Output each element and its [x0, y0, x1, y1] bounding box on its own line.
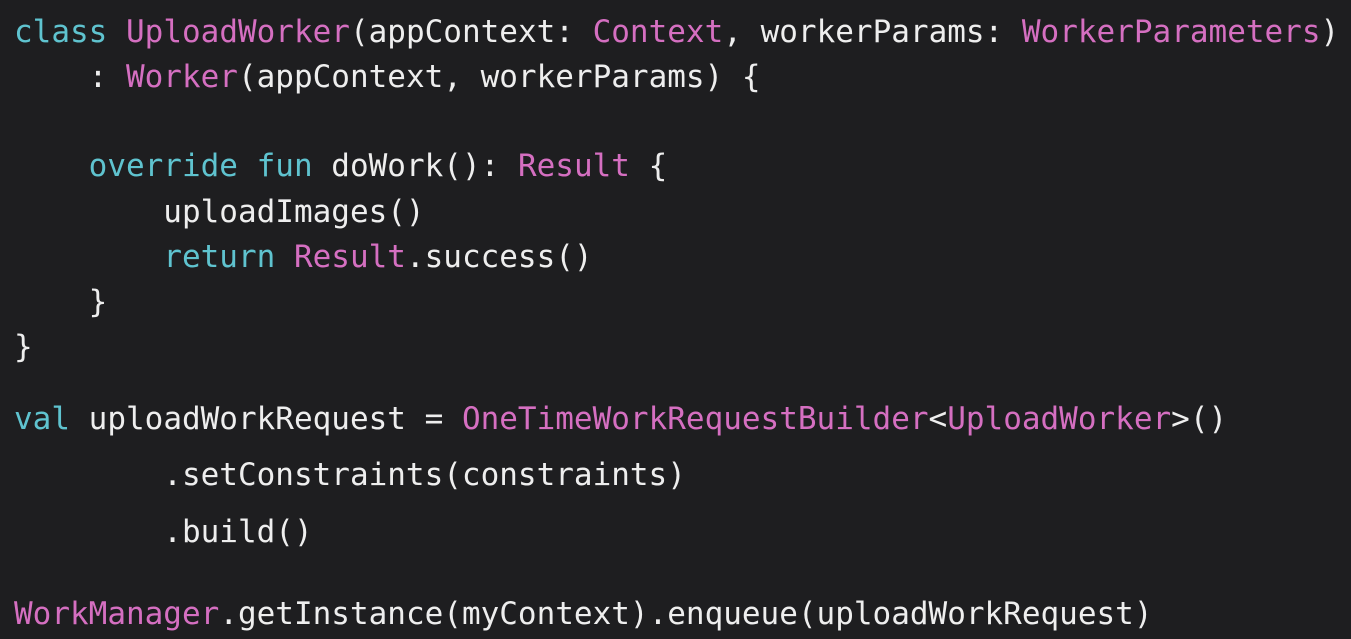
code-token: OneTimeWorkRequestBuilder	[461, 401, 929, 437]
code-token: }	[14, 329, 33, 365]
code-token: return	[163, 239, 276, 275]
code-line: }	[14, 282, 108, 322]
code-token: UploadWorker	[947, 401, 1172, 437]
code-token: class	[14, 14, 108, 50]
code-token: doWork():	[312, 148, 518, 184]
code-token: , workerParams:	[723, 14, 1022, 50]
code-token: (appContext, workerParams) {	[237, 59, 761, 95]
code-token: .setConstraints(constraints)	[14, 457, 686, 493]
code-token: {	[629, 148, 668, 184]
code-token: Result	[293, 239, 406, 275]
code-line: class UploadWorker(appContext: Context, …	[14, 12, 1339, 52]
code-token: override	[88, 148, 238, 184]
code-token: <	[928, 401, 948, 437]
code-token: :	[14, 59, 126, 95]
code-line: return Result.success()	[14, 237, 593, 277]
code-line: WorkManager.getInstance(myContext).enque…	[14, 594, 1153, 634]
code-snippet: class UploadWorker(appContext: Context, …	[0, 0, 1351, 639]
code-token: Context	[592, 14, 724, 50]
code-token: fun	[256, 148, 313, 184]
code-line: }	[14, 327, 33, 367]
code-token: }	[14, 284, 108, 320]
code-line: override fun doWork(): Result {	[14, 146, 668, 186]
code-token: uploadImages()	[14, 194, 425, 230]
code-line: .build()	[14, 512, 313, 552]
code-token: Worker	[125, 59, 238, 95]
code-token: Result	[517, 148, 630, 184]
code-token: )	[1320, 14, 1340, 50]
code-token: WorkerParameters	[1021, 14, 1321, 50]
code-token: >()	[1171, 401, 1228, 437]
code-line: .setConstraints(constraints)	[14, 455, 686, 495]
code-token: .success()	[405, 239, 593, 275]
code-token: val	[14, 401, 70, 437]
code-line: uploadImages()	[14, 192, 425, 232]
code-token: .build()	[14, 514, 313, 550]
code-line: val uploadWorkRequest = OneTimeWorkReque…	[14, 399, 1227, 439]
code-token: uploadWorkRequest =	[70, 401, 462, 437]
code-line: : Worker(appContext, workerParams) {	[14, 57, 761, 97]
code-token: UploadWorker	[126, 14, 350, 50]
code-token: .getInstance(myContext).enqueue(uploadWo…	[219, 596, 1153, 632]
code-token: (appContext:	[349, 14, 593, 50]
code-token: WorkManager	[14, 596, 220, 632]
